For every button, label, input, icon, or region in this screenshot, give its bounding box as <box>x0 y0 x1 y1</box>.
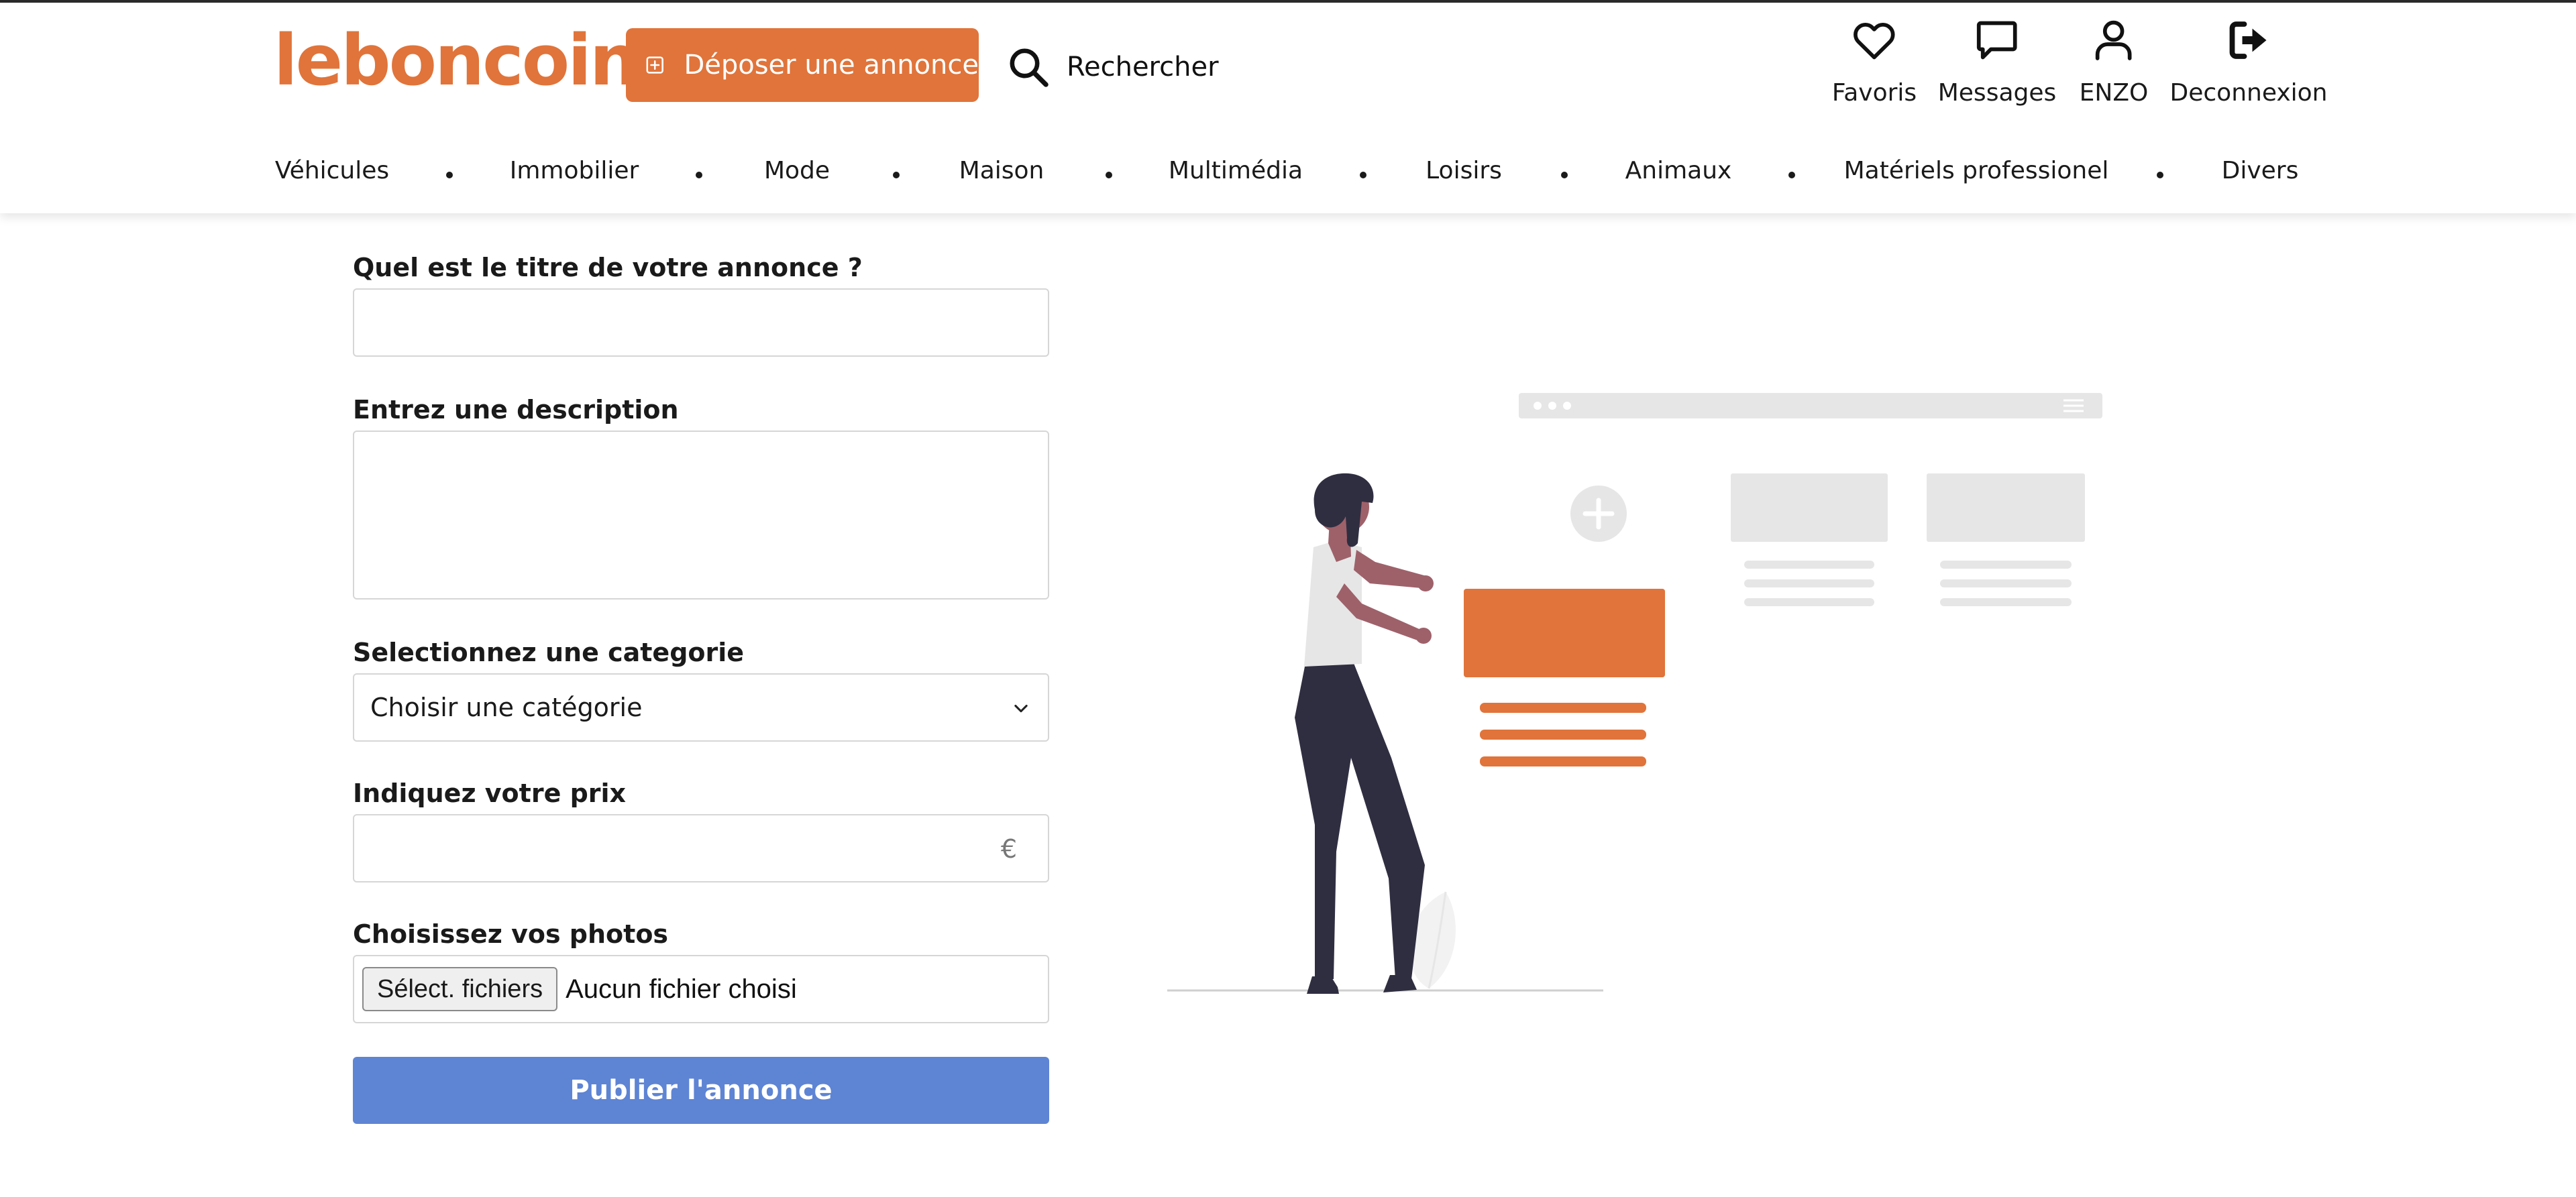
price-input[interactable] <box>353 814 1049 882</box>
nav-separator <box>1561 172 1568 178</box>
new-ad-form: Quel est le titre de votre annonce ? Ent… <box>353 255 1049 1124</box>
category-label: Selectionnez une categorie <box>353 638 745 667</box>
nav-separator <box>893 172 900 178</box>
search-label: Rechercher <box>1067 52 1219 82</box>
category-materiels-professionel[interactable]: Matériels professionel <box>1844 157 2109 184</box>
category-divers[interactable]: Divers <box>2222 157 2299 184</box>
select-files-button[interactable]: Sélect. fichiers <box>362 967 558 1011</box>
description-textarea[interactable] <box>353 431 1049 600</box>
logout-link[interactable]: Deconnexion <box>2169 16 2328 107</box>
nav-separator <box>1360 172 1366 178</box>
messages-label: Messages <box>1937 79 2057 107</box>
title-input[interactable] <box>353 288 1049 357</box>
nav-separator <box>1788 172 1795 178</box>
user-icon <box>2096 20 2132 60</box>
orange-ad-card <box>1464 589 1665 766</box>
category-loisirs[interactable]: Loisirs <box>1426 157 1502 184</box>
category-immobilier[interactable]: Immobilier <box>510 157 639 184</box>
favorites-link[interactable]: Favoris <box>1832 16 1917 107</box>
deposit-ad-label: Déposer une annonce <box>684 50 979 80</box>
category-nav: Véhicules Immobilier Mode Maison Multimé… <box>0 157 2576 197</box>
price-field: € <box>353 814 1049 882</box>
person-figure <box>1295 473 1434 994</box>
logout-label: Deconnexion <box>2169 79 2328 107</box>
nav-separator <box>446 172 453 178</box>
publish-ad-button[interactable]: Publier l'annonce <box>353 1057 1049 1124</box>
account-label: ENZO <box>2079 79 2149 107</box>
plus-square-icon <box>646 56 663 74</box>
placeholder-card <box>1927 473 2085 606</box>
search-icon <box>1010 48 1049 87</box>
photos-label: Choisissez vos photos <box>353 919 669 949</box>
category-select[interactable]: Choisir une catégorie <box>353 673 1049 742</box>
nav-separator <box>2157 172 2163 178</box>
nav-separator <box>1106 172 1112 178</box>
category-animaux[interactable]: Animaux <box>1625 157 1732 184</box>
category-maison[interactable]: Maison <box>959 157 1044 184</box>
messages-link[interactable]: Messages <box>1937 16 2057 107</box>
site-header: leboncoin Déposer une annonce Rechercher… <box>0 3 2576 213</box>
category-multimedia[interactable]: Multimédia <box>1169 157 1303 184</box>
category-selected-value: Choisir une catégorie <box>370 693 643 722</box>
heart-icon <box>1854 22 1895 60</box>
category-vehicules[interactable]: Véhicules <box>275 157 389 184</box>
nav-separator <box>696 172 702 178</box>
file-status-text: Aucun fichier choisi <box>566 974 797 1004</box>
chat-bubble-icon <box>1977 21 2017 60</box>
photos-file-input: Sélect. fichiers Aucun fichier choisi <box>353 955 1049 1023</box>
logout-icon <box>2230 21 2267 59</box>
add-circle-icon <box>1570 486 1627 542</box>
leboncoin-logo[interactable]: leboncoin <box>274 25 639 95</box>
search-link[interactable]: Rechercher <box>1006 42 1219 93</box>
title-label: Quel est le titre de votre annonce ? <box>353 253 863 282</box>
favorites-label: Favoris <box>1831 79 1917 107</box>
price-label: Indiquez votre prix <box>353 779 627 808</box>
category-mode[interactable]: Mode <box>764 157 830 184</box>
chevron-down-icon <box>1014 704 1028 713</box>
add-listing-illustration <box>1167 393 2102 994</box>
deposit-ad-button[interactable]: Déposer une annonce <box>626 28 979 102</box>
account-link[interactable]: ENZO <box>2079 16 2149 107</box>
placeholder-card <box>1731 473 1888 606</box>
currency-symbol: € <box>1000 834 1017 864</box>
browser-bar <box>1519 393 2102 418</box>
description-label: Entrez une description <box>353 395 679 424</box>
